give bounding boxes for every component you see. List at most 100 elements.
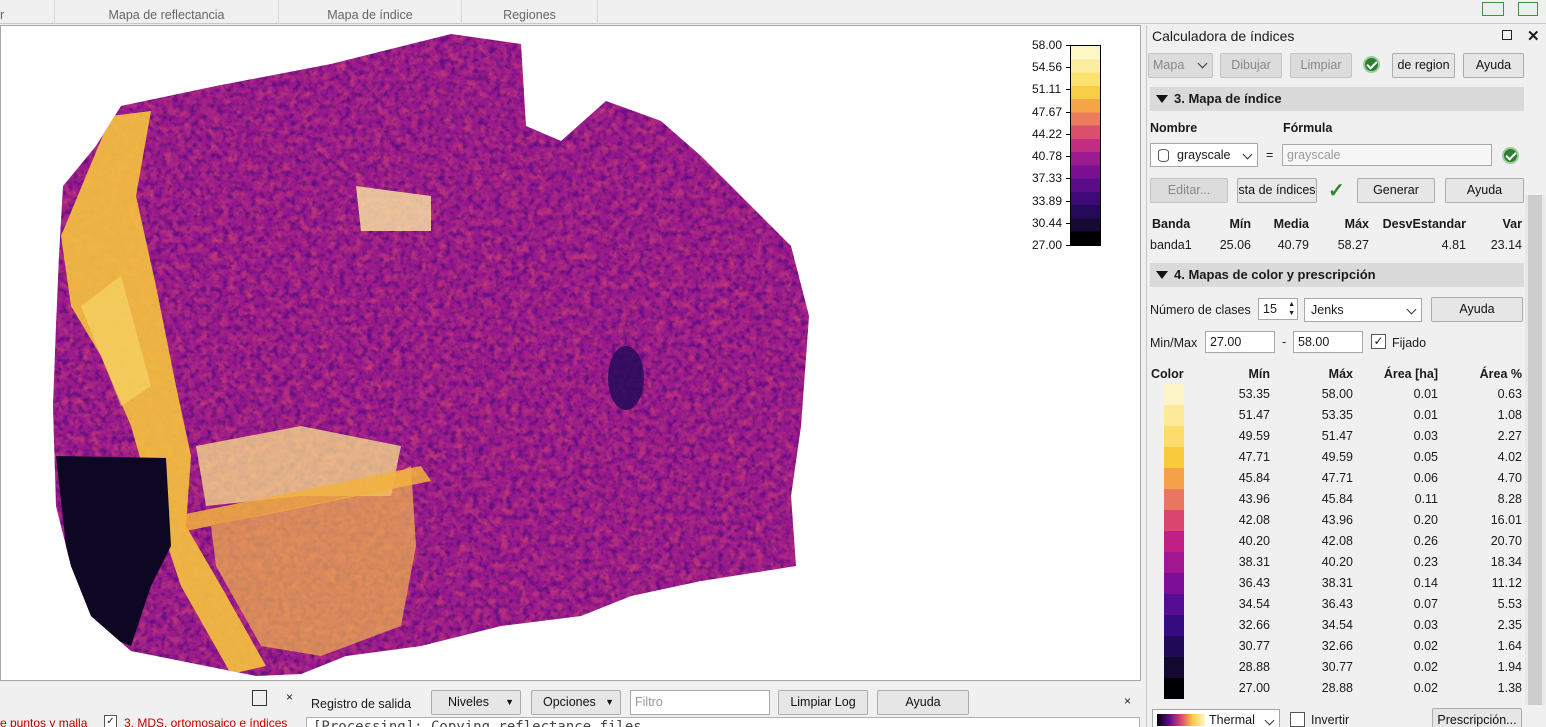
- generar-button[interactable]: Generar: [1357, 178, 1435, 203]
- class-min: 28.88: [1238, 660, 1270, 674]
- region-button[interactable]: de region: [1392, 53, 1455, 78]
- layer-icon[interactable]: [1518, 2, 1538, 16]
- invertir-checkbox[interactable]: [1290, 712, 1305, 727]
- class-row[interactable]: 38.31 40.20 0.23 18.34: [1150, 552, 1530, 573]
- class-area-pct: 5.53: [1497, 597, 1522, 611]
- mapa-dropdown[interactable]: Mapa: [1148, 53, 1213, 78]
- prescripcion-button[interactable]: Prescripción...: [1432, 708, 1522, 727]
- class-row[interactable]: 34.54 36.43 0.07 5.53: [1150, 594, 1530, 615]
- map-canvas[interactable]: [0, 25, 1141, 681]
- filtro-input[interactable]: Filtro: [630, 690, 770, 715]
- class-min: 45.84: [1238, 471, 1270, 485]
- class-color-swatch[interactable]: [1164, 468, 1184, 489]
- class-color-swatch[interactable]: [1164, 447, 1184, 468]
- class-row[interactable]: 36.43 38.31 0.14 11.12: [1150, 573, 1530, 594]
- limpiar-log-button[interactable]: Limpiar Log: [778, 690, 868, 715]
- niveles-dropdown[interactable]: Niveles ▼: [431, 690, 521, 715]
- class-row[interactable]: 47.71 49.59 0.05 4.02: [1150, 447, 1530, 468]
- max-input[interactable]: 58.00: [1293, 331, 1363, 353]
- class-max: 36.43: [1321, 597, 1353, 611]
- lista-indices-button[interactable]: sta de índices: [1237, 178, 1317, 203]
- scrollbar-thumb[interactable]: [1528, 195, 1542, 705]
- add-layer-icon[interactable]: [1482, 2, 1504, 16]
- limpiar-button[interactable]: Limpiar: [1290, 53, 1352, 78]
- section-4-header[interactable]: 4. Mapas de color y prescripción: [1150, 263, 1524, 287]
- class-color-swatch[interactable]: [1164, 510, 1184, 531]
- class-color-swatch[interactable]: [1164, 531, 1184, 552]
- class-row[interactable]: 32.66 34.54 0.03 2.35: [1150, 615, 1530, 636]
- class-row[interactable]: 27.00 28.88 0.02 1.38: [1150, 678, 1530, 699]
- class-color-swatch[interactable]: [1164, 678, 1184, 699]
- ayuda-button-color[interactable]: Ayuda: [1431, 297, 1523, 322]
- class-area-pct: 1.38: [1497, 681, 1522, 695]
- class-max: 42.08: [1321, 534, 1353, 548]
- close-icon[interactable]: ✕: [1527, 27, 1540, 45]
- class-color-swatch[interactable]: [1164, 615, 1184, 636]
- class-row[interactable]: 42.08 43.96 0.20 16.01: [1150, 510, 1530, 531]
- fijado-checkbox[interactable]: ✓: [1371, 334, 1386, 349]
- dibujar-button[interactable]: Dibujar: [1220, 53, 1282, 78]
- class-area-ha: 0.14: [1413, 576, 1438, 590]
- class-color-swatch[interactable]: [1164, 405, 1184, 426]
- editar-button[interactable]: Editar...: [1150, 178, 1228, 203]
- class-color-swatch[interactable]: [1164, 552, 1184, 573]
- class-color-swatch[interactable]: [1164, 489, 1184, 510]
- spin-arrows-icon[interactable]: ▲ ▼: [1288, 300, 1295, 318]
- class-row[interactable]: 28.88 30.77 0.02 1.94: [1150, 657, 1530, 678]
- class-row[interactable]: 45.84 47.71 0.06 4.70: [1150, 468, 1530, 489]
- class-color-swatch[interactable]: [1164, 594, 1184, 615]
- class-row[interactable]: 51.47 53.35 0.01 1.08: [1150, 405, 1530, 426]
- class-min: 40.20: [1238, 534, 1270, 548]
- colorbar-tick: [1066, 222, 1071, 224]
- tab-index-map[interactable]: Mapa de índice: [279, 0, 462, 24]
- class-row[interactable]: 49.59 51.47 0.03 2.27: [1150, 426, 1530, 447]
- class-min: 38.31: [1238, 555, 1270, 569]
- class-row[interactable]: 30.77 32.66 0.02 1.64: [1150, 636, 1530, 657]
- tab-previous[interactable]: r: [0, 0, 55, 24]
- class-min: 51.47: [1238, 408, 1270, 422]
- class-area-ha: 0.02: [1413, 639, 1438, 653]
- tab-reflectance-map[interactable]: Mapa de reflectancia: [55, 0, 279, 24]
- formula-valid-icon: [1502, 147, 1519, 164]
- close-log-icon[interactable]: ×: [286, 690, 293, 704]
- class-row[interactable]: 43.96 45.84 0.11 8.28: [1150, 489, 1530, 510]
- dropdown-arrow-icon: ▼: [505, 697, 514, 707]
- ayuda-button-index[interactable]: Ayuda: [1445, 178, 1524, 203]
- ayuda-button-top[interactable]: Ayuda: [1463, 53, 1524, 78]
- undock-icon[interactable]: [1502, 30, 1512, 40]
- colorbar-tick-label: 44.22: [1032, 126, 1063, 141]
- ayuda-log-button[interactable]: Ayuda: [877, 690, 969, 715]
- step-2-label[interactable]: e puntos y malla: [0, 716, 87, 727]
- method-dropdown[interactable]: Jenks: [1304, 298, 1422, 322]
- step-3-checkbox[interactable]: ✓: [104, 715, 117, 727]
- class-min: 43.96: [1238, 492, 1270, 506]
- float-icon[interactable]: [252, 690, 267, 706]
- class-color-swatch[interactable]: [1164, 573, 1184, 594]
- class-row[interactable]: 40.20 42.08 0.26 20.70: [1150, 531, 1530, 552]
- formula-input[interactable]: grayscale: [1282, 144, 1492, 166]
- opciones-dropdown[interactable]: Opciones ▼: [531, 690, 621, 715]
- panel-scrollbar[interactable]: [1525, 195, 1545, 705]
- step-3-label[interactable]: 3. MDS, ortomosaico e índices: [124, 716, 287, 727]
- class-color-swatch[interactable]: [1164, 636, 1184, 657]
- class-color-swatch[interactable]: [1164, 657, 1184, 678]
- class-area-ha: 0.02: [1413, 660, 1438, 674]
- class-table: 53.35 58.00 0.01 0.63 51.47 53.35 0.01 1.08 49.5…: [1150, 384, 1530, 700]
- close-icon[interactable]: ×: [1124, 694, 1131, 708]
- palette-dropdown[interactable]: Thermal: [1152, 709, 1280, 727]
- nombre-dropdown[interactable]: grayscale: [1150, 143, 1258, 167]
- colorbar-tick-label: 58.00: [1032, 38, 1063, 52]
- min-input[interactable]: 27.00: [1205, 331, 1275, 353]
- nombre-label: Nombre: [1150, 121, 1198, 135]
- class-color-swatch[interactable]: [1164, 384, 1184, 405]
- section-3-header[interactable]: 3. Mapa de índice: [1150, 87, 1524, 111]
- class-max: 58.00: [1321, 387, 1353, 401]
- tab-regions[interactable]: Regiones: [462, 0, 598, 24]
- colorbar-tick: [1066, 111, 1071, 113]
- class-max: 47.71: [1321, 471, 1353, 485]
- colorbar-tick-label: 54.56: [1032, 60, 1063, 75]
- log-output[interactable]: [Processing]: Copying reflectance files: [306, 717, 1140, 727]
- class-row[interactable]: 53.35 58.00 0.01 0.63: [1150, 384, 1530, 405]
- class-color-swatch[interactable]: [1164, 426, 1184, 447]
- num-clases-spinner[interactable]: 15 ▲ ▼: [1258, 298, 1298, 320]
